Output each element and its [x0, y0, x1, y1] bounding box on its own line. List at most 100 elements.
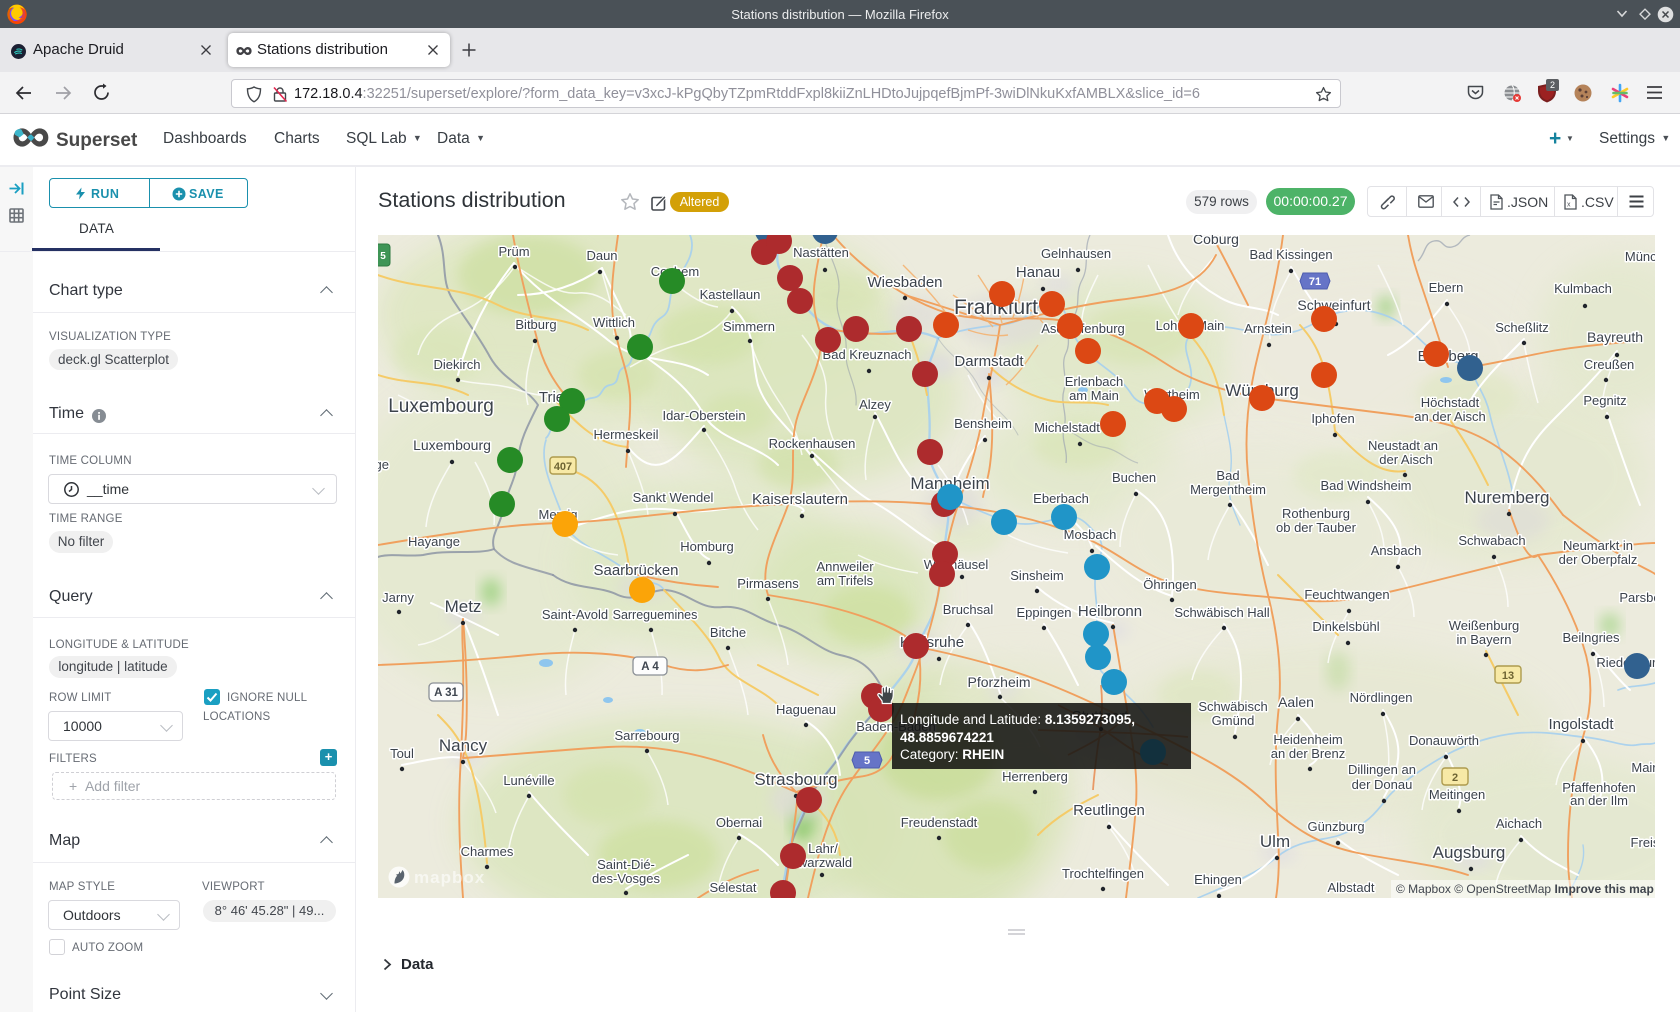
svg-text:Creußen: Creußen	[1584, 357, 1635, 372]
svg-text:Höchstadt: Höchstadt	[1421, 395, 1480, 410]
svg-text:in Bayern: in Bayern	[1457, 632, 1512, 647]
svg-text:Neustadt an: Neustadt an	[1368, 438, 1438, 453]
svg-text:Ulm: Ulm	[1260, 832, 1290, 851]
svg-text:Saarbrücken: Saarbrücken	[593, 562, 678, 579]
svg-text:Freudenstadt: Freudenstadt	[901, 815, 978, 830]
svg-text:Ebern: Ebern	[1429, 280, 1464, 295]
svg-text:Jarny: Jarny	[382, 590, 414, 605]
svg-text:Eppingen: Eppingen	[1017, 605, 1072, 620]
svg-text:5: 5	[864, 755, 870, 767]
svg-text:Eberbach: Eberbach	[1033, 491, 1089, 506]
svg-text:des-Vosges: des-Vosges	[592, 871, 660, 886]
svg-text:Schwäbisch: Schwäbisch	[1198, 699, 1267, 714]
svg-text:Weißenburg: Weißenburg	[1449, 618, 1520, 633]
svg-text:Heilbronn: Heilbronn	[1078, 603, 1142, 620]
svg-text:Aichach: Aichach	[1496, 816, 1542, 831]
svg-text:Rothenburg: Rothenburg	[1282, 506, 1350, 521]
svg-text:5: 5	[380, 251, 386, 262]
svg-text:Herrenberg: Herrenberg	[1002, 769, 1068, 784]
svg-text:Erlenbach: Erlenbach	[1065, 374, 1124, 389]
svg-text:Donauwörth: Donauwörth	[1409, 733, 1479, 748]
svg-text:Annweiler: Annweiler	[816, 559, 874, 574]
svg-text:Gmünd: Gmünd	[1212, 713, 1255, 728]
svg-text:Luxembourg: Luxembourg	[388, 396, 494, 417]
svg-text:A 31: A 31	[434, 687, 458, 699]
svg-text:Sinsheim: Sinsheim	[1010, 568, 1063, 583]
svg-text:Ehingen: Ehingen	[1194, 872, 1242, 887]
svg-text:am Main: am Main	[1069, 388, 1119, 403]
svg-text:Bad Kissingen: Bad Kissingen	[1249, 247, 1332, 262]
svg-text:Obernai: Obernai	[716, 815, 762, 830]
svg-text:13: 13	[1502, 670, 1514, 682]
svg-text:Münche: Münche	[1625, 249, 1655, 264]
svg-text:Saint-Dié-: Saint-Dié-	[597, 857, 655, 872]
svg-text:Daun: Daun	[586, 248, 617, 263]
svg-text:Neumarkt in: Neumarkt in	[1563, 538, 1633, 553]
svg-text:Strasbourg: Strasbourg	[754, 770, 837, 789]
svg-text:Meitingen: Meitingen	[1429, 787, 1485, 802]
svg-text:Hermeskeil: Hermeskeil	[593, 427, 658, 442]
svg-text:Parsbe: Parsbe	[1619, 590, 1655, 605]
svg-text:Michelstadt: Michelstadt	[1034, 420, 1100, 435]
svg-text:Longitude and Latitude: 8.1359: Longitude and Latitude: 8.1359273095,	[900, 712, 1135, 727]
svg-text:an der Brenz: an der Brenz	[1271, 746, 1345, 761]
svg-text:Lunéville: Lunéville	[503, 773, 554, 788]
svg-text:Ingolstadt: Ingolstadt	[1548, 716, 1614, 733]
svg-text:Nastätten: Nastätten	[793, 245, 849, 260]
svg-text:Kastellaun: Kastellaun	[700, 287, 761, 302]
svg-text:Coburg: Coburg	[1193, 235, 1239, 247]
svg-text:2: 2	[1452, 772, 1458, 784]
svg-text:Nancy: Nancy	[439, 736, 488, 755]
svg-text:Iphofen: Iphofen	[1311, 411, 1354, 426]
svg-text:Freis: Freis	[1631, 835, 1655, 850]
svg-text:Category: RHEIN: Category: RHEIN	[900, 747, 1004, 762]
svg-text:Diekirch: Diekirch	[434, 357, 481, 372]
svg-text:Bayreuth: Bayreuth	[1587, 329, 1643, 345]
svg-text:Heidenheim: Heidenheim	[1273, 732, 1342, 747]
svg-text:Hayange: Hayange	[408, 534, 460, 549]
svg-text:Aalen: Aalen	[1278, 694, 1314, 710]
svg-text:Dillingen an: Dillingen an	[1348, 762, 1416, 777]
svg-text:Alzey: Alzey	[859, 397, 891, 412]
svg-text:Kulmbach: Kulmbach	[1554, 281, 1612, 296]
svg-text:an der Ilm: an der Ilm	[1570, 793, 1628, 808]
svg-text:Metz: Metz	[445, 597, 482, 616]
svg-text:Albstadt: Albstadt	[1328, 880, 1375, 895]
svg-text:Sarreguemines: Sarreguemines	[613, 608, 698, 622]
svg-text:Hanau: Hanau	[1016, 264, 1060, 281]
svg-text:der Aisch: der Aisch	[1379, 452, 1432, 467]
svg-text:Pforzheim: Pforzheim	[967, 674, 1030, 690]
svg-text:Haguenau: Haguenau	[776, 702, 836, 717]
svg-text:Aschaffenburg: Aschaffenburg	[1041, 321, 1125, 336]
svg-text:Mosbach: Mosbach	[1064, 527, 1117, 542]
svg-text:Bensheim: Bensheim	[954, 416, 1012, 431]
svg-text:Sankt Wendel: Sankt Wendel	[633, 490, 714, 505]
svg-text:Bad Windsheim: Bad Windsheim	[1320, 478, 1411, 493]
svg-text:der Oberpfalz: der Oberpfalz	[1559, 552, 1638, 567]
svg-text:48.8859674221: 48.8859674221	[900, 730, 994, 745]
svg-text:Buchen: Buchen	[1112, 470, 1156, 485]
svg-text:Augsburg: Augsburg	[1433, 843, 1506, 862]
svg-text:Nördlingen: Nördlingen	[1350, 690, 1413, 705]
svg-text:am Trifels: am Trifels	[817, 573, 874, 588]
svg-text:Öhringen: Öhringen	[1143, 577, 1196, 592]
svg-text:Schwabach: Schwabach	[1458, 533, 1525, 548]
svg-text:Schwäbisch Hall: Schwäbisch Hall	[1174, 605, 1269, 620]
svg-text:Schweinfurt: Schweinfurt	[1297, 297, 1370, 313]
svg-text:Bitche: Bitche	[710, 625, 746, 640]
svg-text:Nuremberg: Nuremberg	[1464, 488, 1549, 507]
svg-text:x: x	[1567, 202, 1571, 209]
svg-text:Idar-Oberstein: Idar-Oberstein	[662, 408, 745, 423]
svg-text:Simmern: Simmern	[723, 319, 775, 334]
svg-text:Saint-Avold: Saint-Avold	[542, 607, 608, 622]
svg-text:Reutlingen: Reutlingen	[1073, 802, 1145, 819]
svg-text:Lahr/: Lahr/	[808, 841, 838, 856]
svg-text:Sélestat: Sélestat	[710, 880, 757, 895]
svg-text:an der Aisch: an der Aisch	[1414, 409, 1486, 424]
svg-text:71: 71	[1309, 276, 1321, 288]
svg-text:Pirmasens: Pirmasens	[737, 576, 799, 591]
svg-text:© Mapbox © OpenStreetMap Impro: © Mapbox © OpenStreetMap Improve this ma…	[1396, 882, 1654, 896]
svg-text:407: 407	[554, 461, 572, 473]
svg-text:Luxembourg: Luxembourg	[413, 437, 491, 453]
svg-text:Wittlich: Wittlich	[593, 315, 635, 330]
